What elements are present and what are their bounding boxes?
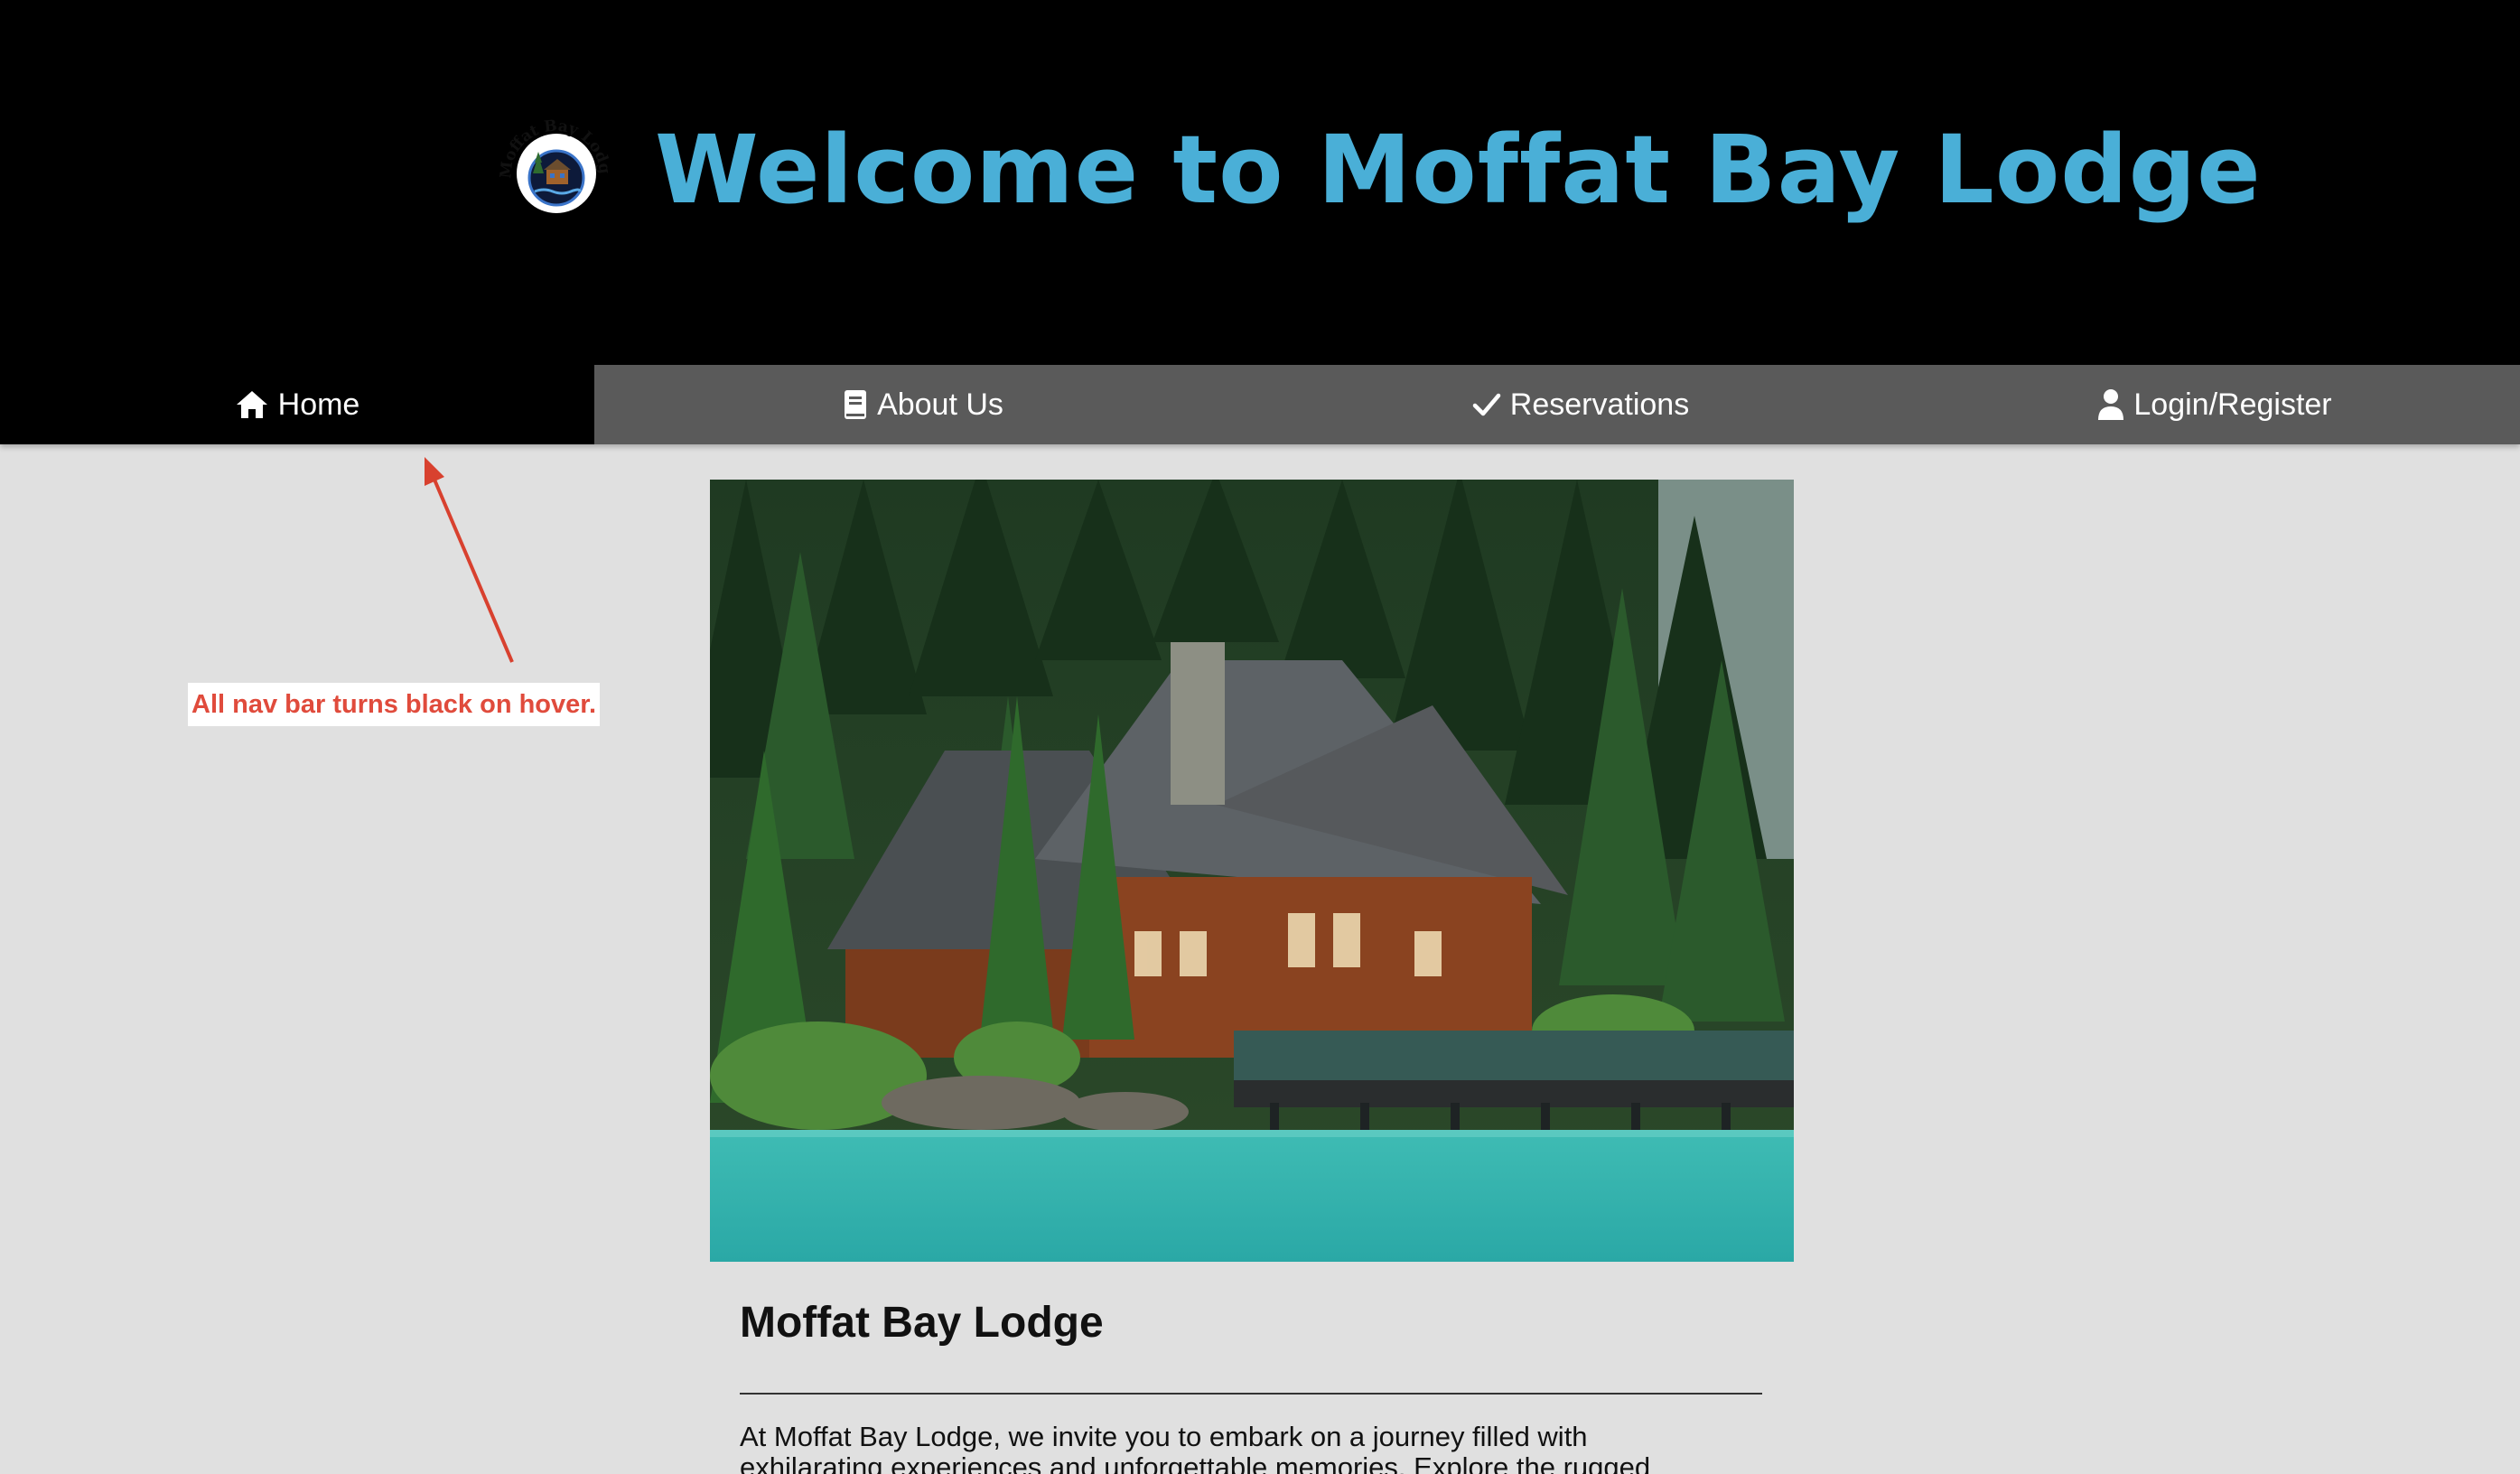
main-nav: Home About Us Reservations Login/Registe…	[0, 365, 2520, 444]
nav-item-about-us-label: About Us	[877, 387, 1003, 422]
page: Moffat Bay Lodge Welcome to Moffat Bay L…	[0, 0, 2520, 1474]
divider	[740, 1393, 1762, 1395]
book-icon	[845, 390, 867, 419]
lodge-on-lake-photo	[710, 480, 1794, 1262]
checkmark-icon	[1472, 393, 1501, 416]
nav-item-about-us[interactable]: About Us	[594, 365, 1252, 444]
home-icon	[236, 391, 267, 418]
nav-item-home-label: Home	[277, 387, 360, 422]
intro-line-1: At Moffat Bay Lodge, we invite you to em…	[740, 1421, 1588, 1452]
user-icon	[2098, 389, 2124, 420]
nav-item-home[interactable]: Home	[0, 365, 594, 444]
nav-item-login-register-label: Login/Register	[2133, 387, 2332, 422]
intro-line-2: exhilarating experiences and unforgettab…	[740, 1451, 1651, 1474]
site-header: Moffat Bay Lodge Welcome to Moffat Bay L…	[0, 0, 2520, 365]
annotation-arrow-icon	[425, 457, 514, 663]
section-heading: Moffat Bay Lodge	[740, 1299, 1104, 1347]
lodge-logo[interactable]: Moffat Bay Lodge	[490, 108, 620, 220]
nav-item-reservations-label: Reservations	[1509, 387, 1690, 422]
hero-image	[710, 480, 1794, 1262]
nav-item-reservations[interactable]: Reservations	[1252, 365, 1909, 444]
annotation-note: All nav bar turns black on hover.	[188, 683, 601, 726]
intro-section: Moffat Bay Lodge At Moffat Bay Lodge, we…	[740, 1283, 1762, 1474]
nav-item-login-register[interactable]: Login/Register	[1909, 365, 2520, 444]
intro-paragraph: At Moffat Bay Lodge, we invite you to em…	[740, 1422, 1762, 1474]
page-title: Welcome to Moffat Bay Lodge	[655, 115, 2262, 225]
